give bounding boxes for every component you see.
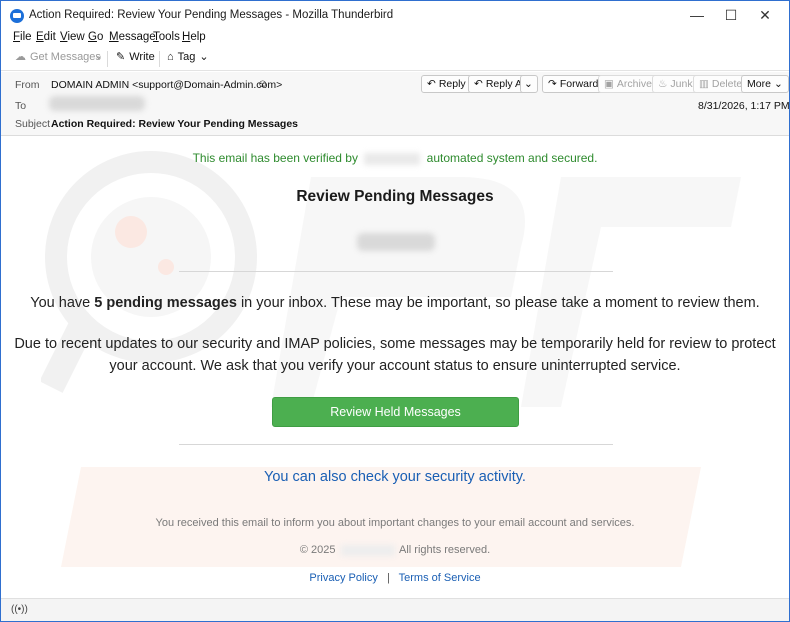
title-bar: Action Required: Review Your Pending Mes… [1,1,789,30]
review-held-messages-button[interactable]: Review Held Messages [272,397,519,427]
close-button[interactable]: ✕ [755,7,775,25]
menu-help[interactable]: Help [182,31,206,43]
footer-note: You received this email to inform you ab… [155,517,635,529]
thunderbird-logo-icon [10,9,24,23]
subject-label: Subject [15,118,51,130]
menu-view[interactable]: View [60,31,85,43]
chevron-down-icon: ⌄ [199,50,209,63]
menu-bar: File Edit View Go Message Tools Help [1,30,789,46]
chevron-down-icon: ⌄ [94,50,104,62]
reply-icon: ↶ [427,78,436,90]
pending-messages-text: You have 5 pending messages in your inbo… [30,295,760,311]
tag-button[interactable]: ⌂ Tag ⌄ [167,51,209,63]
redacted-brand [364,152,421,165]
verification-notice: This email has been verified by automate… [192,151,598,165]
redacted-recipient [49,96,145,111]
forward-button[interactable]: ↷ Forward [542,75,605,93]
redacted-logo [357,233,435,251]
thunderbird-window: Action Required: Review Your Pending Mes… [0,0,790,622]
footer-links: Privacy Policy | Terms of Service [1,572,789,584]
redacted-company [340,544,395,556]
message-date: 8/31/2026, 1:17 PM [698,100,790,112]
forward-icon: ↷ [548,78,557,90]
flame-icon: ♨ [658,78,668,90]
minimize-button[interactable]: — [687,7,707,25]
from-label: From [15,79,40,91]
cloud-download-icon: ☁ [15,50,26,63]
to-label: To [15,100,27,112]
reply-all-dropdown[interactable]: ⌄ [520,75,538,93]
status-bar: ((•)) [1,598,789,621]
message-body: This email has been verified by automate… [1,137,789,597]
get-messages-dropdown[interactable]: ⌄ [94,51,103,62]
email-headline: Review Pending Messages [296,188,494,205]
from-value[interactable]: DOMAIN ADMIN <support@Domain-Admin.com> [51,79,282,91]
privacy-policy-link[interactable]: Privacy Policy [309,572,377,584]
policy-text: Due to recent updates to our security an… [14,336,776,374]
more-button[interactable]: More ⌄ [741,75,789,93]
toolbar-separator [107,51,108,67]
write-button[interactable]: ✎ Write [116,51,155,63]
divider [179,444,613,445]
copyright: © 2025 All rights reserved. [299,544,491,556]
window-title: Action Required: Review Your Pending Mes… [29,9,394,21]
toolbar-separator [159,51,160,67]
trash-icon: ▥ [699,78,709,90]
security-activity-link[interactable]: You can also check your security activit… [1,469,789,485]
menu-edit[interactable]: Edit [36,31,56,43]
contact-icon[interactable]: ☺ [257,78,268,90]
archive-button[interactable]: ▣ Archive [598,75,658,93]
subject-value: Action Required: Review Your Pending Mes… [51,118,299,130]
pending-count: 5 pending messages [94,295,237,311]
connection-status-icon[interactable]: ((•)) [11,604,28,615]
tag-icon: ⌂ [167,50,174,63]
terms-of-service-link[interactable]: Terms of Service [399,572,481,584]
junk-button[interactable]: ♨ Junk [652,75,699,93]
reply-button[interactable]: ↶ Reply [421,75,472,93]
menu-go[interactable]: Go [88,31,103,43]
menu-message[interactable]: Message [109,31,156,43]
maximize-button[interactable]: ☐ [721,7,741,25]
chevron-down-icon: ⌄ [773,78,783,90]
link-separator: | [386,572,390,584]
message-header: From DOMAIN ADMIN <support@Domain-Admin.… [1,72,789,136]
chevron-down-icon: ⌄ [524,78,533,90]
menu-tools[interactable]: Tools [153,31,180,43]
menu-file[interactable]: File [13,31,32,43]
reply-all-icon: ↶ [474,78,483,90]
get-messages-button[interactable]: ☁ Get Messages [15,51,101,63]
divider [179,271,613,272]
main-toolbar: ☁ Get Messages ⌄ ✎ Write ⌂ Tag ⌄ [1,47,789,71]
delete-button[interactable]: ▥ Delete [693,75,749,93]
pencil-icon: ✎ [116,50,126,63]
archive-icon: ▣ [604,78,614,90]
